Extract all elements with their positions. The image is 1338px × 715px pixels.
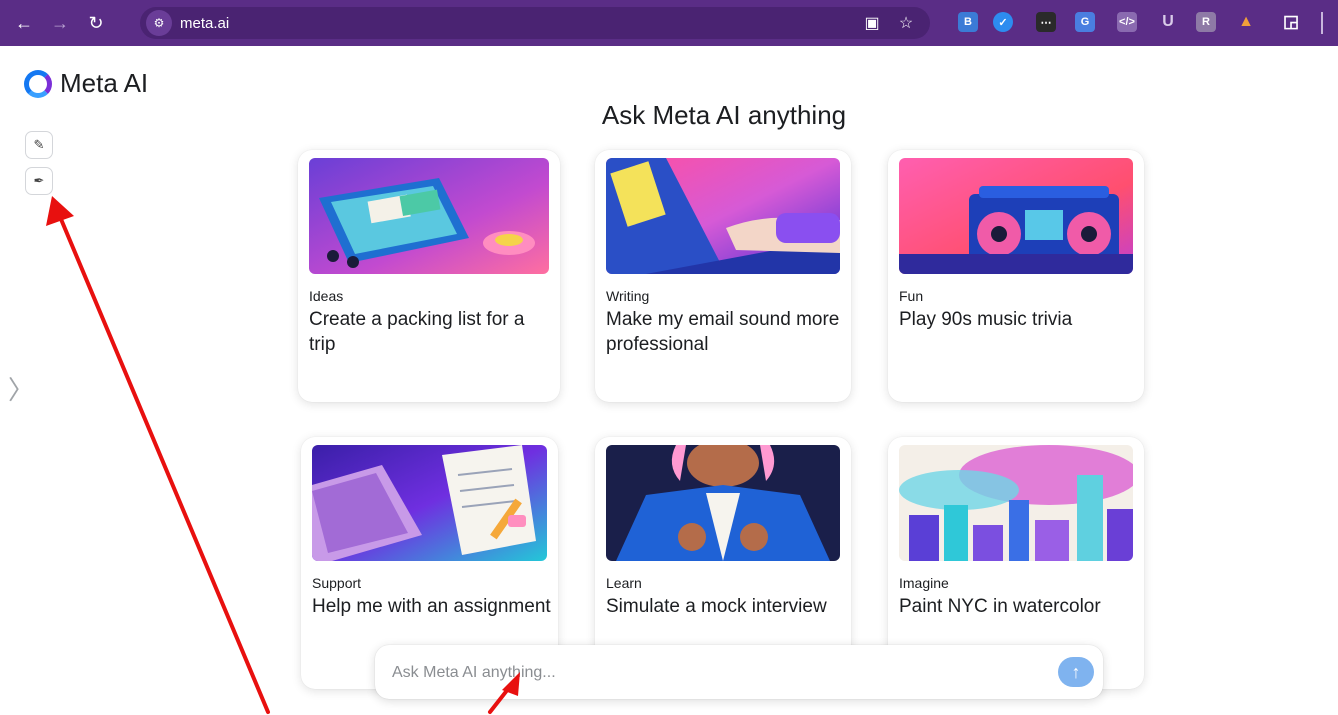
- card-title: Paint NYC in watercolor: [899, 596, 1101, 617]
- card-title: Simulate a mock interview: [606, 596, 827, 617]
- suggestion-card-music-trivia[interactable]: Fun Play 90s music trivia: [888, 150, 1144, 402]
- card-category: Fun: [899, 288, 924, 304]
- arrow-to-imagine-button: [56, 210, 270, 714]
- nyc-skyline-illustration: [899, 445, 1133, 561]
- arrowhead-imagine: [46, 196, 74, 226]
- chat-input[interactable]: [390, 658, 1044, 688]
- site-settings-icon[interactable]: ⚙: [146, 10, 172, 36]
- card-category: Writing: [606, 288, 650, 304]
- card-category: Imagine: [899, 575, 949, 591]
- forward-icon[interactable]: →: [46, 9, 74, 37]
- interview-person-illustration: [606, 445, 840, 561]
- card-category: Learn: [606, 575, 642, 591]
- arrow-up-icon: ↑: [1071, 661, 1081, 682]
- extension-2-icon[interactable]: ✓: [993, 12, 1013, 32]
- extension-7-icon[interactable]: R: [1196, 12, 1216, 32]
- suitcase-illustration: [309, 158, 549, 274]
- send-button[interactable]: ↑: [1058, 657, 1094, 687]
- card-category: Ideas: [309, 288, 344, 304]
- toolbar-divider: [1321, 12, 1323, 34]
- suggestion-card-professional-email[interactable]: Writing Make my email sound more profess…: [595, 150, 851, 402]
- suggestion-card-packing-list[interactable]: Ideas Create a packing list for a trip: [298, 150, 560, 402]
- extension-4-icon[interactable]: G: [1075, 12, 1095, 32]
- extension-6-icon[interactable]: U: [1158, 12, 1178, 32]
- address-bar[interactable]: ⚙ meta.ai ▣ ☆: [140, 7, 930, 39]
- card-title: Help me with an assignment: [312, 596, 551, 617]
- card-category: Support: [312, 575, 362, 591]
- boombox-illustration: [899, 158, 1133, 274]
- chevron-right-icon: 〉: [8, 375, 35, 405]
- logo-text: Meta AI: [60, 68, 149, 98]
- install-app-icon[interactable]: ▣: [860, 11, 884, 35]
- url-text[interactable]: meta.ai: [180, 15, 229, 32]
- imagine-button[interactable]: ✒: [25, 167, 53, 195]
- extension-1-icon[interactable]: B: [958, 12, 978, 32]
- new-chat-icon: ✎: [33, 137, 45, 152]
- card-title: Create a packing list for a trip: [309, 309, 525, 355]
- extensions-icon[interactable]: ◲: [1281, 12, 1301, 32]
- extension-5-icon[interactable]: </>: [1117, 12, 1137, 32]
- laptop-typing-illustration: [606, 158, 840, 274]
- extension-8-icon[interactable]: ▲: [1236, 12, 1256, 32]
- page-heading: Ask Meta AI anything: [601, 100, 847, 130]
- back-icon[interactable]: ←: [10, 9, 38, 37]
- imagine-brush-icon: ✒: [33, 173, 45, 188]
- bookmark-star-icon[interactable]: ☆: [894, 11, 918, 35]
- sidebar-expand-button[interactable]: 〉: [8, 370, 34, 407]
- extension-3-icon[interactable]: ⋯: [1036, 12, 1056, 32]
- reload-icon[interactable]: ↻: [82, 9, 110, 37]
- card-title: Play 90s music trivia: [899, 309, 1073, 330]
- notebook-pencil-illustration: [312, 445, 547, 561]
- browser-toolbar: ← → ↻ ⚙ meta.ai ▣ ☆ B ✓ ⋯ G </> U R ▲ ◲: [0, 0, 1338, 46]
- card-title: Make my email sound more professional: [606, 309, 840, 355]
- chat-composer: ↑: [375, 645, 1103, 699]
- new-chat-button[interactable]: ✎: [25, 131, 53, 159]
- meta-ai-logo[interactable]: Meta AI: [24, 68, 148, 99]
- meta-ai-ring-icon: [24, 69, 52, 98]
